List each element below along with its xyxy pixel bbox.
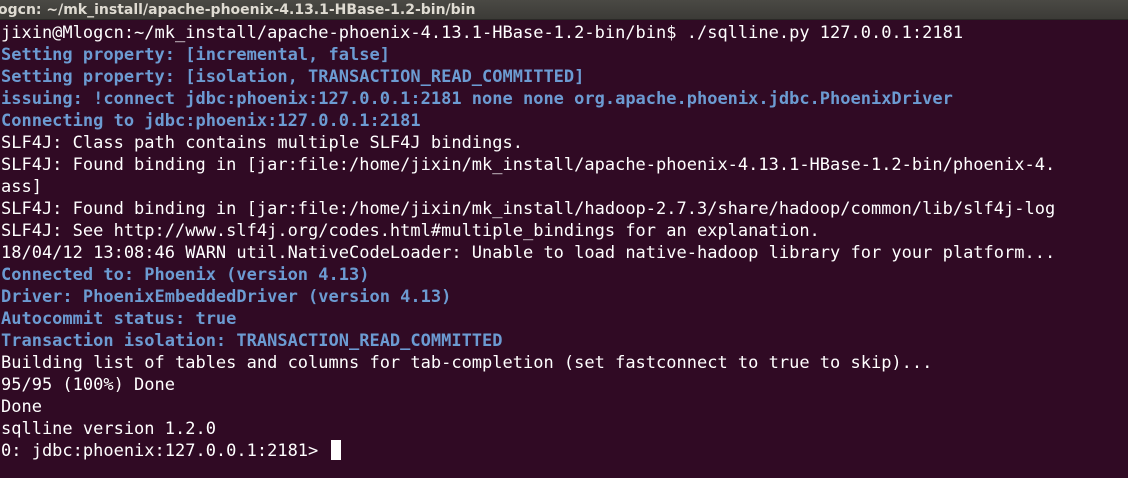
line-10: 18/04/12 13:08:46 WARN util.NativeCodeLo… — [1, 243, 1056, 263]
text-cursor — [330, 440, 341, 460]
line-14: Transaction isolation: TRANSACTION_READ_… — [1, 331, 503, 351]
terminal-output[interactable]: jixin@Mlogcn:~/mk_install/apache-phoenix… — [0, 22, 1128, 478]
window-titlebar[interactable]: ogcn: ~/mk_install/apache-phoenix-4.13.1… — [0, 0, 1128, 20]
line-13: Autocommit status: true — [1, 309, 237, 329]
line-15: Building list of tables and columns for … — [1, 353, 933, 373]
window-title: ogcn: ~/mk_install/apache-phoenix-4.13.1… — [0, 2, 476, 18]
line-17: Done — [1, 397, 42, 417]
line-12: Driver: PhoenixEmbeddedDriver (version 4… — [1, 287, 452, 307]
prompt-text: 0: jdbc:phoenix:127.0.0.1:2181> — [1, 441, 329, 461]
line-2: Setting property: [isolation, TRANSACTIO… — [1, 67, 585, 87]
line-3: issuing: !connect jdbc:phoenix:127.0.0.1… — [1, 89, 953, 109]
prompt-line[interactable]: 0: jdbc:phoenix:127.0.0.1:2181> — [0, 440, 1128, 462]
line-7: ass] — [1, 177, 42, 197]
line-18: sqlline version 1.2.0 — [1, 419, 216, 439]
line-5: SLF4J: Class path contains multiple SLF4… — [1, 133, 523, 153]
line-0: jixin@Mlogcn:~/mk_install/apache-phoenix… — [1, 23, 964, 43]
line-1: Setting property: [incremental, false] — [1, 45, 390, 65]
line-8: SLF4J: Found binding in [jar:file:/home/… — [1, 199, 1056, 219]
line-16: 95/95 (100%) Done — [1, 375, 175, 395]
line-4: Connecting to jdbc:phoenix:127.0.0.1:218… — [1, 111, 421, 131]
line-9: SLF4J: See http://www.slf4j.org/codes.ht… — [1, 221, 820, 241]
terminal-window: ogcn: ~/mk_install/apache-phoenix-4.13.1… — [0, 0, 1128, 478]
line-11: Connected to: Phoenix (version 4.13) — [1, 265, 370, 285]
line-6: SLF4J: Found binding in [jar:file:/home/… — [1, 155, 1056, 175]
